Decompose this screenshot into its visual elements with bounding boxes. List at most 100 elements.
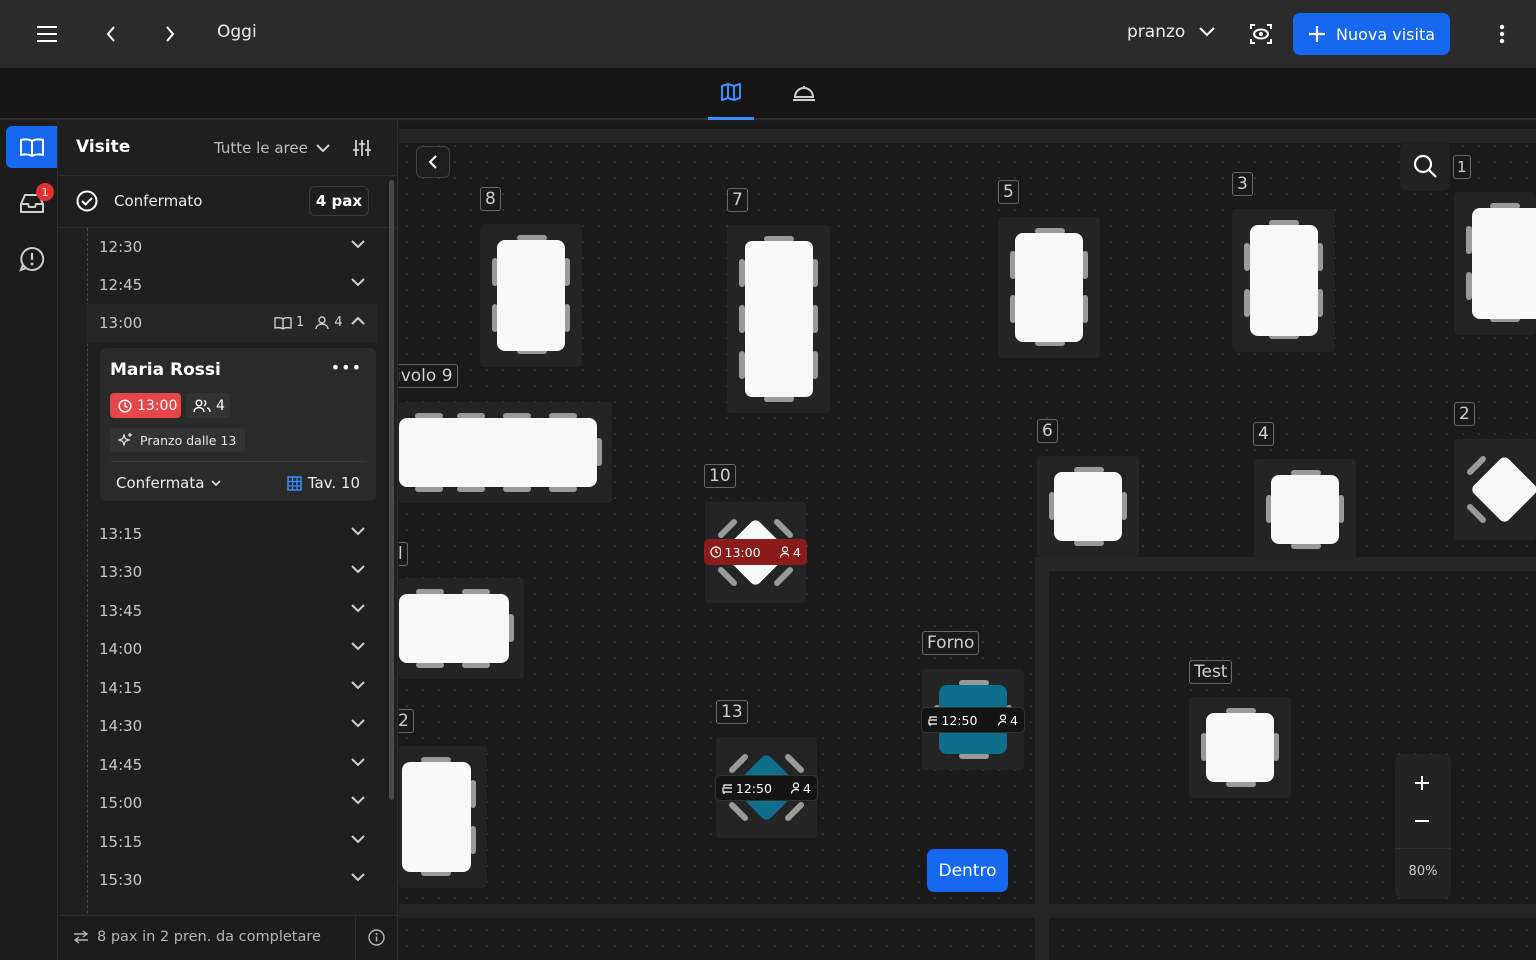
table-6[interactable] — [1037, 456, 1139, 557]
table-3[interactable] — [1232, 209, 1335, 352]
filter-sliders-icon[interactable] — [353, 139, 371, 157]
time-slot[interactable]: 14:15 — [87, 669, 377, 707]
time-slot[interactable]: 13:45 — [87, 592, 377, 630]
table-label: 2 — [399, 709, 414, 733]
chip-pax: 4 — [793, 544, 801, 560]
reservation-status-dropdown[interactable]: Confermata — [116, 474, 222, 492]
time-slot[interactable]: 15:15 — [87, 823, 377, 861]
visits-scrollbar[interactable] — [389, 180, 394, 800]
confirmed-row[interactable]: Confermato 4 pax — [59, 176, 397, 228]
reservation-note-tag: Pranzo dalle 13 — [110, 428, 246, 452]
table-2[interactable] — [1454, 439, 1536, 540]
wall-bottom — [399, 904, 1536, 918]
people-icon — [193, 399, 211, 412]
time-slot[interactable]: 15:00 — [87, 784, 377, 822]
table-label: 5 — [998, 180, 1019, 204]
area-dentro-button[interactable]: Dentro — [927, 849, 1008, 892]
time-slot[interactable]: 15:30 — [87, 861, 377, 899]
reservation-note: Pranzo dalle 13 — [140, 432, 237, 448]
table-left-2[interactable] — [399, 746, 487, 888]
table-label: 6 — [1037, 419, 1058, 443]
table-4[interactable] — [1254, 459, 1356, 560]
rail-alerts[interactable] — [6, 238, 57, 280]
slot-time: 12:30 — [99, 238, 143, 256]
next-day-button[interactable] — [154, 18, 186, 50]
map-icon — [721, 83, 741, 101]
view-eye-icon[interactable] — [1245, 18, 1277, 50]
more-options-icon[interactable] — [1486, 18, 1518, 50]
table-label: Forno — [922, 631, 980, 655]
time-slot[interactable]: 13:30 — [87, 553, 377, 591]
time-slot-expanded[interactable]: 13:00 1 4 — [87, 304, 377, 342]
tab-map[interactable] — [708, 78, 754, 120]
chevron-down-icon — [351, 278, 365, 287]
reservation-card[interactable]: Maria Rossi ••• 13:00 4 Pranzo dalle 13 … — [100, 348, 376, 501]
table-label: 3 — [1232, 172, 1253, 196]
table-5[interactable] — [998, 217, 1100, 358]
search-icon[interactable] — [1400, 141, 1450, 191]
time-slot[interactable]: 12:45 — [87, 266, 377, 304]
table-8[interactable] — [480, 224, 582, 367]
tab-service[interactable] — [781, 78, 827, 120]
time-slot[interactable]: 14:00 — [87, 630, 377, 668]
table-test[interactable] — [1189, 697, 1291, 798]
time-slot[interactable]: 12:30 — [87, 228, 377, 266]
service-label: pranzo — [1127, 22, 1186, 42]
chevron-left-icon — [428, 155, 437, 169]
book-icon — [274, 316, 292, 330]
time-slot[interactable]: 14:45 — [87, 746, 377, 784]
chip-time: 12:50 — [941, 712, 978, 728]
pending-summary[interactable]: 8 pax in 2 pren. da completare — [73, 929, 321, 945]
info-icon[interactable] — [368, 929, 385, 946]
slot-time: 14:00 — [99, 640, 143, 658]
service-selector[interactable]: pranzo — [1127, 22, 1216, 42]
confirmed-label: Confermato — [114, 192, 203, 210]
visits-title: Visite — [76, 137, 131, 157]
table-label: 1 — [1453, 155, 1471, 179]
date-label[interactable]: Oggi — [217, 22, 257, 42]
chip-pax: 4 — [1010, 712, 1018, 728]
slot-summary: 1 4 — [274, 315, 343, 330]
time-slot[interactable]: 13:15 — [87, 515, 377, 553]
chevron-down-icon — [1199, 27, 1216, 37]
reservation-status: Confermata — [116, 474, 205, 492]
more-dots-icon[interactable]: ••• — [331, 358, 362, 377]
sparkles-icon — [118, 433, 132, 447]
chevron-down-icon — [351, 240, 365, 249]
chevron-down-icon — [351, 604, 365, 613]
area-filter[interactable]: Tutte le aree — [214, 139, 330, 157]
zoom-out-icon[interactable] — [1413, 812, 1431, 830]
table-left[interactable] — [399, 578, 524, 679]
view-tabs — [0, 68, 1536, 120]
chevron-down-icon — [351, 758, 365, 767]
chevron-down-icon — [351, 873, 365, 882]
chevron-down-icon — [351, 835, 365, 844]
service-bell-icon — [793, 86, 815, 101]
slot-time: 15:00 — [99, 794, 143, 812]
clock-icon — [710, 546, 721, 558]
confirmed-pax: 4 pax — [309, 186, 369, 216]
table-7[interactable] — [727, 225, 830, 413]
guest-name: Maria Rossi — [110, 360, 221, 380]
zoom-in-icon[interactable] — [1413, 774, 1431, 792]
sofa-icon — [722, 783, 732, 794]
wall-top — [399, 129, 1536, 143]
table-1[interactable] — [1454, 192, 1536, 335]
chevron-down-icon — [351, 719, 365, 728]
icon-rail — [0, 120, 58, 960]
reservation-table-link[interactable]: Tav. 10 — [287, 474, 360, 492]
time-slot[interactable]: 14:30 — [87, 707, 377, 745]
swap-arrows-icon — [73, 930, 89, 944]
reservation-table: Tav. 10 — [307, 474, 360, 492]
rail-visits[interactable] — [6, 126, 57, 168]
chevron-down-icon — [316, 143, 330, 152]
table-9[interactable] — [399, 402, 612, 503]
menu-icon[interactable] — [31, 18, 63, 50]
slot-time: 13:15 — [99, 525, 143, 543]
slot-tables-count: 1 — [296, 315, 305, 330]
floor-plan[interactable]: 8 7 5 3 1 ivolo 9 10 13:00 4 l 6 4 2 2 1… — [399, 122, 1536, 960]
new-visit-button[interactable]: Nuova visita — [1293, 13, 1450, 55]
collapse-panel-button[interactable] — [416, 146, 450, 178]
previous-day-button[interactable] — [95, 18, 127, 50]
check-circle-icon — [76, 190, 98, 212]
